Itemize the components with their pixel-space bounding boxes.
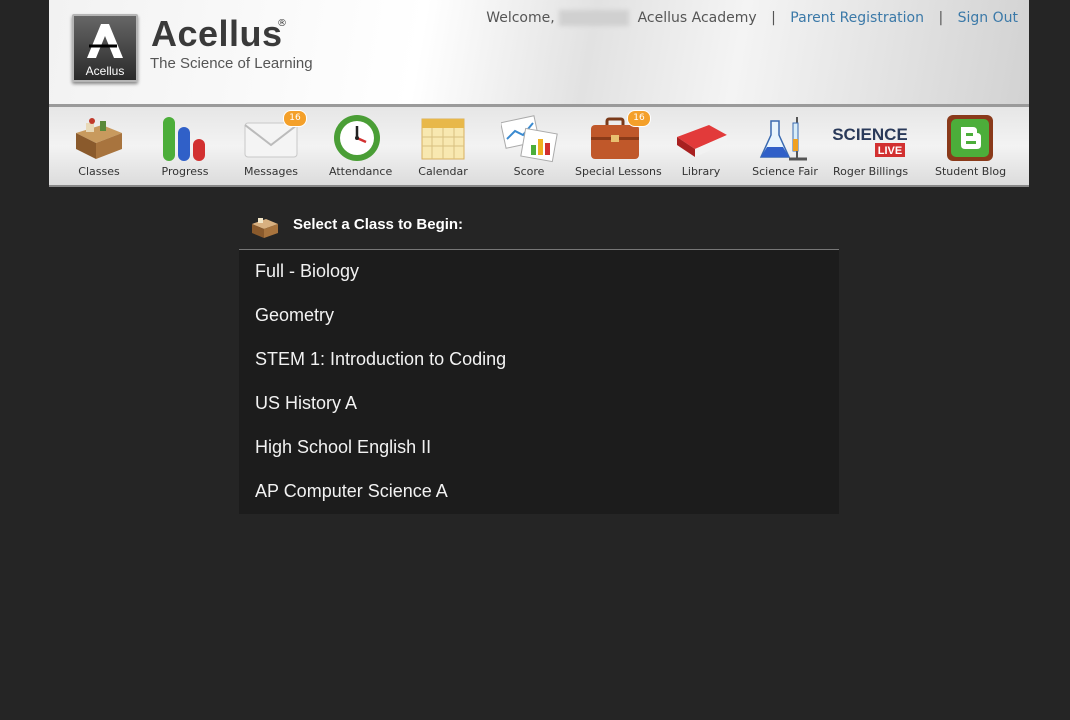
toolbar-label: Roger Billings xyxy=(833,165,909,178)
toolbar-calendar[interactable]: Calendar xyxy=(415,113,471,178)
science-logo-text: SCIENCE xyxy=(833,125,907,144)
sign-out-link[interactable]: Sign Out xyxy=(958,10,1018,26)
panel-title: Select a Class to Begin: xyxy=(293,216,464,233)
app-frame: Acellus Acellus ® The Science of Learnin… xyxy=(49,0,1029,187)
toolbar-label: Library xyxy=(681,165,721,178)
toolbar-label: Messages xyxy=(244,165,298,178)
toolbar-label: Classes xyxy=(78,165,120,178)
toolbar-label: Calendar xyxy=(418,165,468,178)
class-item-geometry[interactable]: Geometry xyxy=(239,294,839,338)
toolbar-progress[interactable]: Progress xyxy=(157,113,213,178)
book-icon xyxy=(677,125,727,157)
parent-registration-link[interactable]: Parent Registration xyxy=(790,10,924,26)
academy-link[interactable]: Acellus Academy xyxy=(638,10,757,26)
toolbar-label: Score xyxy=(513,165,545,178)
toolbar-special-lessons[interactable]: 16 Special Lessons xyxy=(575,110,662,178)
toolbar-label: Student Blog xyxy=(935,165,1007,178)
toolbar-score[interactable]: Score xyxy=(501,113,558,178)
toolbar-label: Attendance xyxy=(329,165,393,178)
flask-icon xyxy=(759,117,807,161)
toolbar-science-fair[interactable]: Science Fair xyxy=(751,113,819,178)
toolbar-label: Progress xyxy=(161,165,209,178)
class-item-english-ii[interactable]: High School English II xyxy=(239,426,839,470)
toolbar-messages[interactable]: 16 Messages xyxy=(243,110,307,178)
class-item-ap-computer-science[interactable]: AP Computer Science A xyxy=(239,470,839,514)
user-name-redacted xyxy=(559,10,630,26)
brand-name: Acellus xyxy=(151,13,283,54)
header: Acellus Acellus ® The Science of Learnin… xyxy=(49,0,1029,104)
classes-desk-icon xyxy=(252,218,278,238)
score-chart-icon xyxy=(501,115,558,163)
class-item-full-biology[interactable]: Full - Biology xyxy=(239,250,839,294)
logo-text: Acellus xyxy=(85,64,125,78)
acellus-a-icon xyxy=(87,24,123,58)
calendar-icon xyxy=(421,118,465,160)
progress-bars-icon xyxy=(163,117,205,161)
welcome-text: Welcome, xyxy=(486,10,555,26)
toolbar-library[interactable]: Library xyxy=(673,113,729,178)
toolbar-label: Science Fair xyxy=(752,165,818,178)
toolbar-label: Special Lessons xyxy=(575,165,662,178)
registered-mark: ® xyxy=(277,18,287,29)
class-list: Full - Biology Geometry STEM 1: Introduc… xyxy=(239,250,839,514)
messages-badge: 16 xyxy=(283,110,307,127)
top-nav: Welcome, Acellus Academy | Parent Regist… xyxy=(486,10,1018,26)
classes-desk-icon xyxy=(76,118,122,159)
brand-tagline: The Science of Learning xyxy=(150,55,313,72)
toolbar-classes[interactable]: Classes xyxy=(71,113,127,178)
blogger-icon xyxy=(947,115,993,161)
clock-icon xyxy=(334,115,380,161)
science-live-icon: SCIENCE LIVE xyxy=(833,125,907,157)
separator: | xyxy=(938,10,944,26)
separator: | xyxy=(771,10,776,26)
main-toolbar: Classes Progress 16 Messages Attendance … xyxy=(49,104,1029,187)
toolbar-roger-billings[interactable]: SCIENCE LIVE Roger Billings xyxy=(833,113,909,178)
acellus-logo[interactable]: Acellus xyxy=(72,14,138,82)
special-lessons-badge: 16 xyxy=(627,110,651,127)
class-panel-header: Select a Class to Begin: xyxy=(239,206,839,250)
class-item-stem-coding[interactable]: STEM 1: Introduction to Coding xyxy=(239,338,839,382)
toolbar-attendance[interactable]: Attendance xyxy=(329,113,393,178)
class-item-us-history[interactable]: US History A xyxy=(239,382,839,426)
class-selection-panel: Select a Class to Begin: Full - Biology … xyxy=(239,206,839,514)
toolbar-student-blog[interactable]: Student Blog xyxy=(935,113,1007,178)
live-logo-text: LIVE xyxy=(878,145,902,157)
